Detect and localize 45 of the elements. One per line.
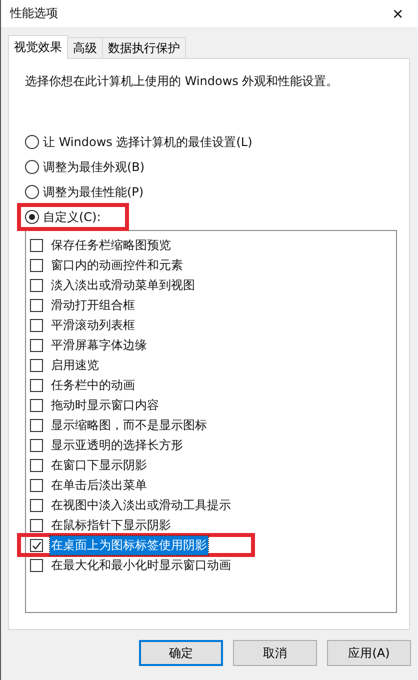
checkbox[interactable] <box>30 298 43 312</box>
checkbox-item[interactable]: 显示缩略图，而不是显示图标 <box>30 416 208 434</box>
checkbox[interactable] <box>30 438 43 452</box>
checkbox-item[interactable]: 在鼠标指针下显示阴影 <box>30 516 172 534</box>
checkbox[interactable] <box>30 458 43 472</box>
checkbox-item[interactable]: 在窗口下显示阴影 <box>30 456 148 474</box>
tab[interactable]: 数据执行保护 <box>102 37 186 58</box>
checkbox-item[interactable]: 平滑屏幕字体边缘 <box>30 336 148 354</box>
window-title: 性能选项 <box>10 5 58 22</box>
checkbox[interactable] <box>30 418 43 432</box>
checkbox[interactable] <box>30 238 43 252</box>
checkbox[interactable] <box>30 278 43 292</box>
checkbox[interactable] <box>30 258 43 272</box>
intro-text: 选择你想在此计算机上使用的 Windows 外观和性能设置。 <box>25 73 340 90</box>
checkbox-item[interactable]: 拖动时显示窗口内容 <box>30 396 160 414</box>
checkbox[interactable] <box>30 378 43 392</box>
checkbox[interactable] <box>30 338 43 352</box>
dialog-button[interactable]: 确定 <box>139 640 223 666</box>
checkbox[interactable] <box>30 318 43 332</box>
checkbox-item[interactable]: 在视图中淡入淡出或滑动工具提示 <box>30 496 232 514</box>
checkbox[interactable] <box>30 398 43 412</box>
radio-option[interactable]: 调整为最佳性能(P) <box>25 184 144 200</box>
checkbox-item[interactable]: 窗口内的动画控件和元素 <box>30 256 184 274</box>
checkbox-item[interactable]: 启用速览 <box>30 356 100 374</box>
checkbox-item[interactable]: 在最大化和最小化时显示窗口动画 <box>30 556 232 574</box>
checkbox-item[interactable]: 显示亚透明的选择长方形 <box>30 436 184 454</box>
checkbox[interactable] <box>30 558 43 572</box>
checkbox-item[interactable]: 平滑滚动列表框 <box>30 316 136 334</box>
checkbox[interactable] <box>30 358 43 372</box>
dialog-button[interactable]: 取消 <box>233 640 317 666</box>
close-button[interactable]: ✕ <box>378 0 418 27</box>
checkbox-item[interactable]: 滑动打开组合框 <box>30 296 136 314</box>
checkbox[interactable] <box>30 518 43 532</box>
checkbox[interactable] <box>30 498 43 512</box>
checkbox-item[interactable]: 在单击后淡出菜单 <box>30 476 148 494</box>
radio-option[interactable]: 调整为最佳外观(B) <box>25 158 145 176</box>
checkbox-item[interactable]: 淡入淡出或滑动菜单到视图 <box>30 276 196 294</box>
radio-option[interactable]: 让 Windows 选择计算机的最佳设置(L) <box>25 134 252 150</box>
dialog-button[interactable]: 应用(A) <box>327 640 411 666</box>
checkbox[interactable] <box>30 478 43 492</box>
radio-option[interactable]: 自定义(C): <box>25 208 101 226</box>
checkbox-item[interactable]: 任务栏中的动画 <box>30 376 136 394</box>
tab[interactable]: 视觉效果 <box>8 35 68 59</box>
checkbox[interactable] <box>30 538 43 552</box>
checkbox-item[interactable]: 保存任务栏缩略图预览 <box>30 236 172 254</box>
